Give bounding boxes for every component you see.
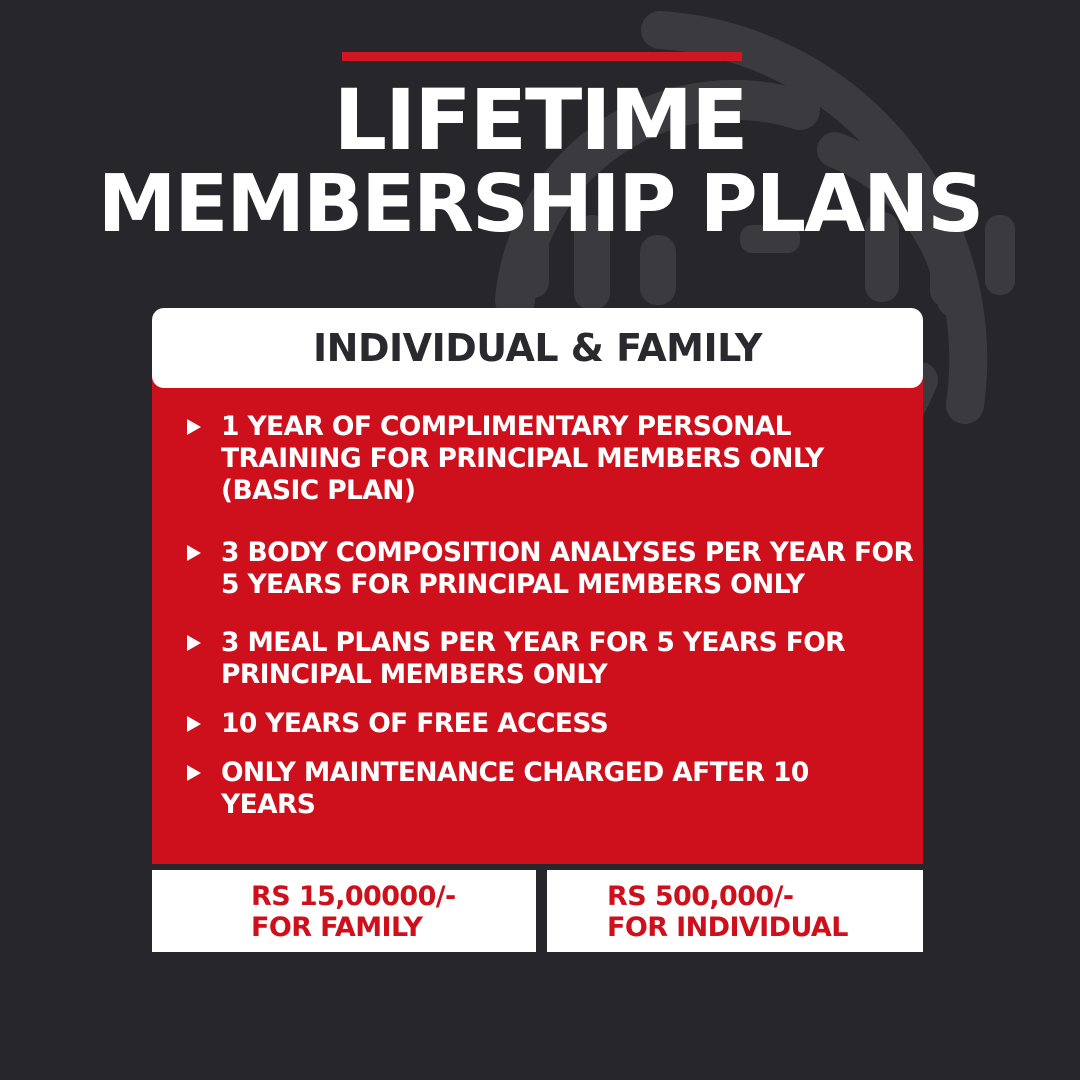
family-price-label: FOR FAMILY	[251, 912, 423, 943]
benefit-item: 3 BODY COMPOSITION ANALYSES PER YEAR FOR…	[152, 537, 923, 617]
benefit-item: ONLY MAINTENANCE CHARGED AFTER 10 YEARS	[152, 757, 923, 837]
benefit-text: 3 MEAL PLANS PER YEAR FOR 5 YEARS FOR PR…	[221, 627, 846, 690]
benefit-text: 1 YEAR OF COMPLIMENTARY PERSONAL TRAININ…	[221, 411, 824, 506]
triangle-bullet-icon	[186, 411, 206, 443]
benefit-text: 3 BODY COMPOSITION ANALYSES PER YEAR FOR…	[221, 537, 914, 600]
benefit-item: 3 MEAL PLANS PER YEAR FOR 5 YEARS FOR PR…	[152, 627, 923, 707]
headline-line-2: MEMBERSHIP PLANS	[97, 158, 984, 250]
triangle-bullet-icon	[186, 757, 206, 789]
triangle-bullet-icon	[186, 627, 206, 659]
family-price: RS 15,00000/- FOR FAMILY	[251, 881, 456, 943]
family-price-box: RS 15,00000/- FOR FAMILY	[152, 870, 536, 952]
benefit-text: 10 YEARS OF FREE ACCESS	[221, 708, 609, 739]
plan-card-header: INDIVIDUAL & FAMILY	[152, 308, 923, 388]
plan-card-title: INDIVIDUAL & FAMILY	[313, 326, 762, 370]
individual-price-amount: RS 500,000/-	[607, 881, 794, 912]
benefit-text: ONLY MAINTENANCE CHARGED AFTER 10 YEARS	[221, 757, 809, 820]
individual-price: RS 500,000/- FOR INDIVIDUAL	[607, 881, 848, 943]
family-price-amount: RS 15,00000/-	[251, 881, 456, 912]
triangle-bullet-icon	[186, 708, 206, 740]
triangle-bullet-icon	[186, 537, 206, 569]
poster: { "headline": { "line1": "LIFETIME", "li…	[0, 0, 1080, 1080]
plan-benefits-panel: 1 YEAR OF COMPLIMENTARY PERSONAL TRAININ…	[152, 378, 923, 864]
headline-line-1: LIFETIME	[333, 71, 748, 169]
individual-price-label: FOR INDIVIDUAL	[607, 912, 848, 943]
individual-price-box: RS 500,000/- FOR INDIVIDUAL	[547, 870, 923, 952]
headline-accent-rule	[342, 52, 742, 61]
benefit-item: 1 YEAR OF COMPLIMENTARY PERSONAL TRAININ…	[152, 411, 923, 506]
